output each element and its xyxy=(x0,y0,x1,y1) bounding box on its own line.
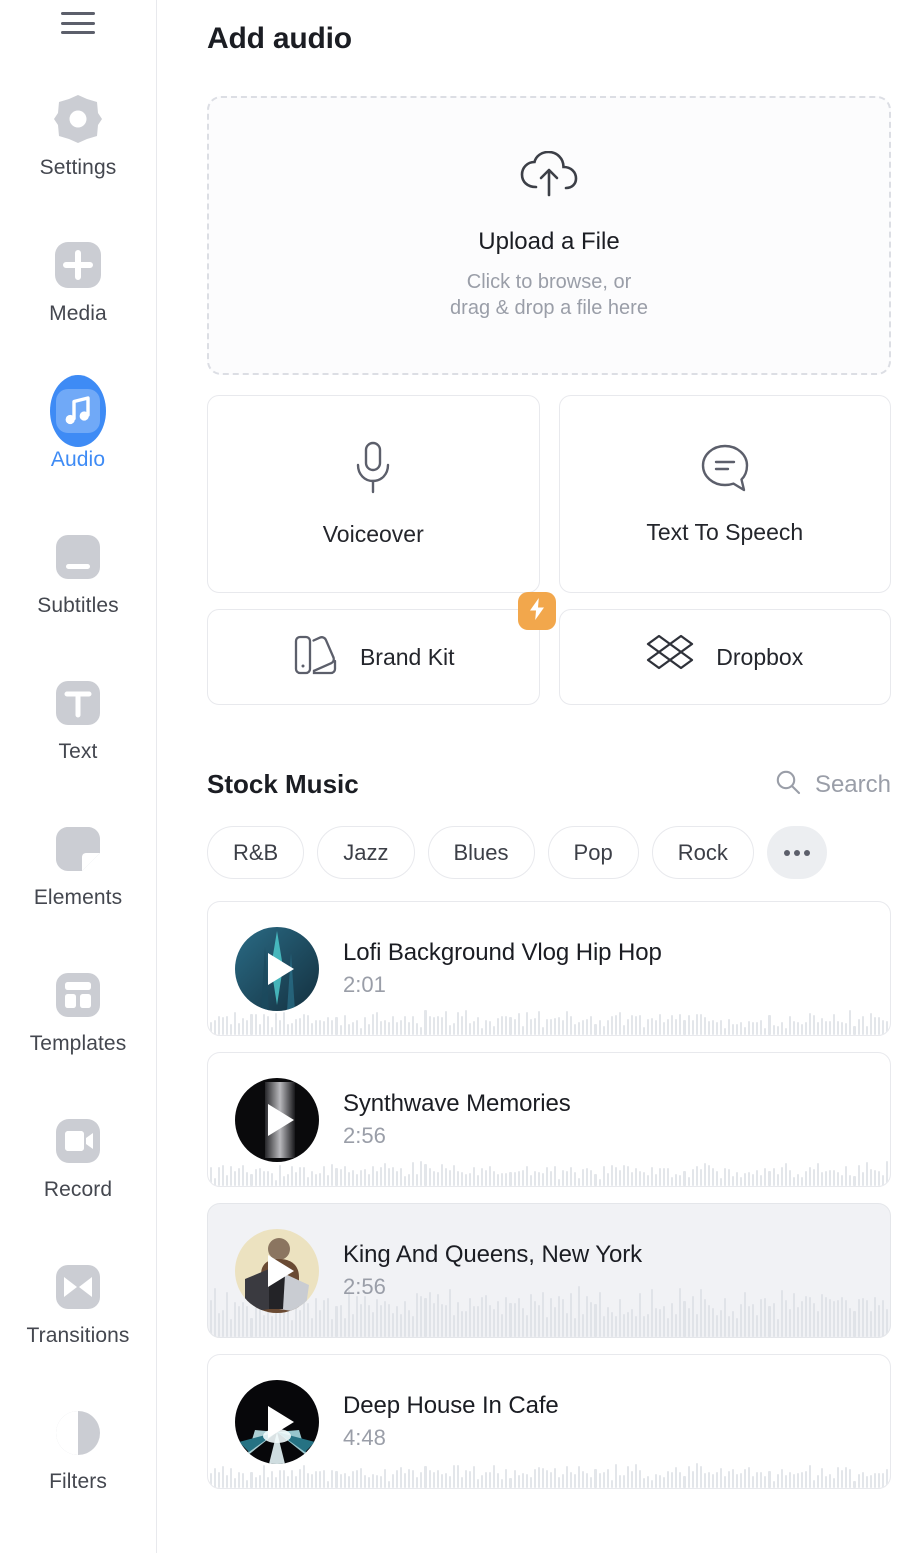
track-card[interactable]: King And Queens, New York 2:56 xyxy=(207,1203,891,1338)
pro-badge xyxy=(517,592,556,630)
sidebar-item-label: Text xyxy=(58,739,98,763)
track-duration: 2:56 xyxy=(343,1123,386,1148)
audio-panel-app: Settings Media Audio Subtitles Text Elements T… xyxy=(0,0,924,1553)
search-label: Search xyxy=(814,770,891,798)
upload-dropzone[interactable]: Upload a File Click to browse, or drag &… xyxy=(207,96,891,375)
track-card[interactable]: Synthwave Memories 2:56 xyxy=(207,1052,891,1187)
sidebar-item-label: Media xyxy=(49,301,107,325)
brand-kit-button[interactable]: Brand Kit xyxy=(207,592,556,705)
gear-icon xyxy=(50,91,106,147)
sidebar-item-record[interactable]: Record xyxy=(0,1084,157,1230)
voiceover-label: Voiceover xyxy=(322,521,424,547)
track-thumbnail[interactable] xyxy=(235,1077,319,1162)
genre-chip-pop[interactable]: Pop xyxy=(547,826,639,879)
track-duration: 2:01 xyxy=(343,972,386,997)
cloud-upload-icon xyxy=(520,150,578,202)
track-duration: 2:56 xyxy=(343,1274,386,1299)
sidebar-item-templates[interactable]: Templates xyxy=(0,938,157,1084)
search-icon xyxy=(775,769,801,800)
track-card[interactable]: Lofi Background Vlog Hip Hop 2:01 xyxy=(207,901,891,1036)
sidebar-item-text[interactable]: Text xyxy=(0,646,157,792)
play-icon[interactable] xyxy=(267,1103,294,1136)
track-duration: 4:48 xyxy=(343,1425,386,1450)
plus-square-icon xyxy=(50,237,106,293)
video-camera-icon xyxy=(50,1113,106,1169)
track-title: King And Queens, New York xyxy=(343,1241,643,1268)
text-to-speech-label: Text To Speech xyxy=(646,519,804,545)
genre-chip-jazz[interactable]: Jazz xyxy=(317,826,415,879)
more-genres-icon[interactable] xyxy=(766,826,827,879)
dropbox-button[interactable]: Dropbox xyxy=(558,609,891,705)
sidebar-item-elements[interactable]: Elements xyxy=(0,792,157,938)
genre-chip-r-b[interactable]: R&B xyxy=(207,826,305,879)
text-to-speech-button[interactable]: Text To Speech xyxy=(558,395,891,593)
sidebar-item-label: Transitions xyxy=(26,1323,130,1347)
dropbox-icon xyxy=(646,633,694,682)
track-list: Lofi Background Vlog Hip Hop 2:01 Synthwav… xyxy=(207,901,891,1489)
genre-chip-rock[interactable]: Rock xyxy=(651,826,754,879)
search-button[interactable]: Search xyxy=(775,769,891,800)
sidebar-item-filters[interactable]: Filters xyxy=(0,1376,157,1522)
track-thumbnail[interactable] xyxy=(235,926,319,1011)
page-title: Add audio xyxy=(207,22,352,55)
sidebar-item-label: Record xyxy=(43,1177,113,1201)
genre-chip-blues[interactable]: Blues xyxy=(427,826,535,879)
sidebar-item-subtitles[interactable]: Subtitles xyxy=(0,500,157,646)
voiceover-button[interactable]: Voiceover xyxy=(207,395,540,593)
play-icon[interactable] xyxy=(267,952,294,985)
upload-subtitle-line2: drag & drop a file here xyxy=(450,296,648,319)
contrast-icon xyxy=(50,1405,106,1461)
templates-icon xyxy=(50,967,106,1023)
track-card[interactable]: Deep House In Cafe 4:48 xyxy=(207,1354,891,1489)
brand-kit-label: Brand Kit xyxy=(359,643,455,670)
track-thumbnail[interactable] xyxy=(235,1228,319,1313)
track-thumbnail[interactable] xyxy=(235,1379,319,1464)
brand-kit-icon xyxy=(292,632,338,683)
sidebar-item-label: Elements xyxy=(33,885,123,909)
lightning-bolt-icon xyxy=(529,597,545,625)
sidebar-item-label: Audio xyxy=(50,447,106,471)
sidebar-item-label: Subtitles xyxy=(37,593,119,617)
hamburger-menu-icon[interactable] xyxy=(61,12,95,34)
genre-chips: R&B Jazz Blues Pop Rock xyxy=(207,826,891,879)
subtitles-icon xyxy=(50,529,106,585)
transitions-icon xyxy=(50,1259,106,1315)
action-tiles: Voiceover Text To Speech xyxy=(207,395,891,593)
upload-subtitle: Click to browse, or drag & drop a file h… xyxy=(450,269,648,321)
sidebar-item-transitions[interactable]: Transitions xyxy=(0,1230,157,1376)
sidebar-item-label: Filters xyxy=(49,1469,107,1493)
track-title: Deep House In Cafe xyxy=(343,1392,559,1419)
track-title: Synthwave Memories xyxy=(343,1090,571,1117)
left-sidebar: Settings Media Audio Subtitles Text Elements T… xyxy=(0,0,157,1553)
play-icon[interactable] xyxy=(267,1254,294,1287)
upload-title: Upload a File xyxy=(478,227,620,255)
speech-bubble-icon xyxy=(699,442,751,499)
sidebar-item-label: Templates xyxy=(29,1031,127,1055)
sidebar-item-label: Settings xyxy=(39,155,117,179)
music-note-icon xyxy=(50,374,106,447)
sidebar-item-audio[interactable]: Audio xyxy=(0,354,157,500)
play-icon[interactable] xyxy=(267,1405,294,1438)
stock-music-title: Stock Music xyxy=(207,769,359,799)
main-content: Add audio Upload a File Click to browse,… xyxy=(157,0,924,1553)
integration-tiles: Brand Kit Dropbox xyxy=(207,592,891,705)
sidebar-nav: Settings Media Audio Subtitles Text Elements T… xyxy=(0,62,157,1522)
microphone-icon xyxy=(353,440,393,501)
text-t-icon xyxy=(50,675,106,731)
track-title: Lofi Background Vlog Hip Hop xyxy=(343,939,662,966)
dropbox-label: Dropbox xyxy=(716,643,804,670)
upload-subtitle-line1: Click to browse, or xyxy=(466,270,632,293)
stock-music-header: Stock Music Search xyxy=(207,769,891,800)
sidebar-item-media[interactable]: Media xyxy=(0,208,157,354)
elements-icon xyxy=(50,821,106,877)
sidebar-item-settings[interactable]: Settings xyxy=(0,62,157,208)
